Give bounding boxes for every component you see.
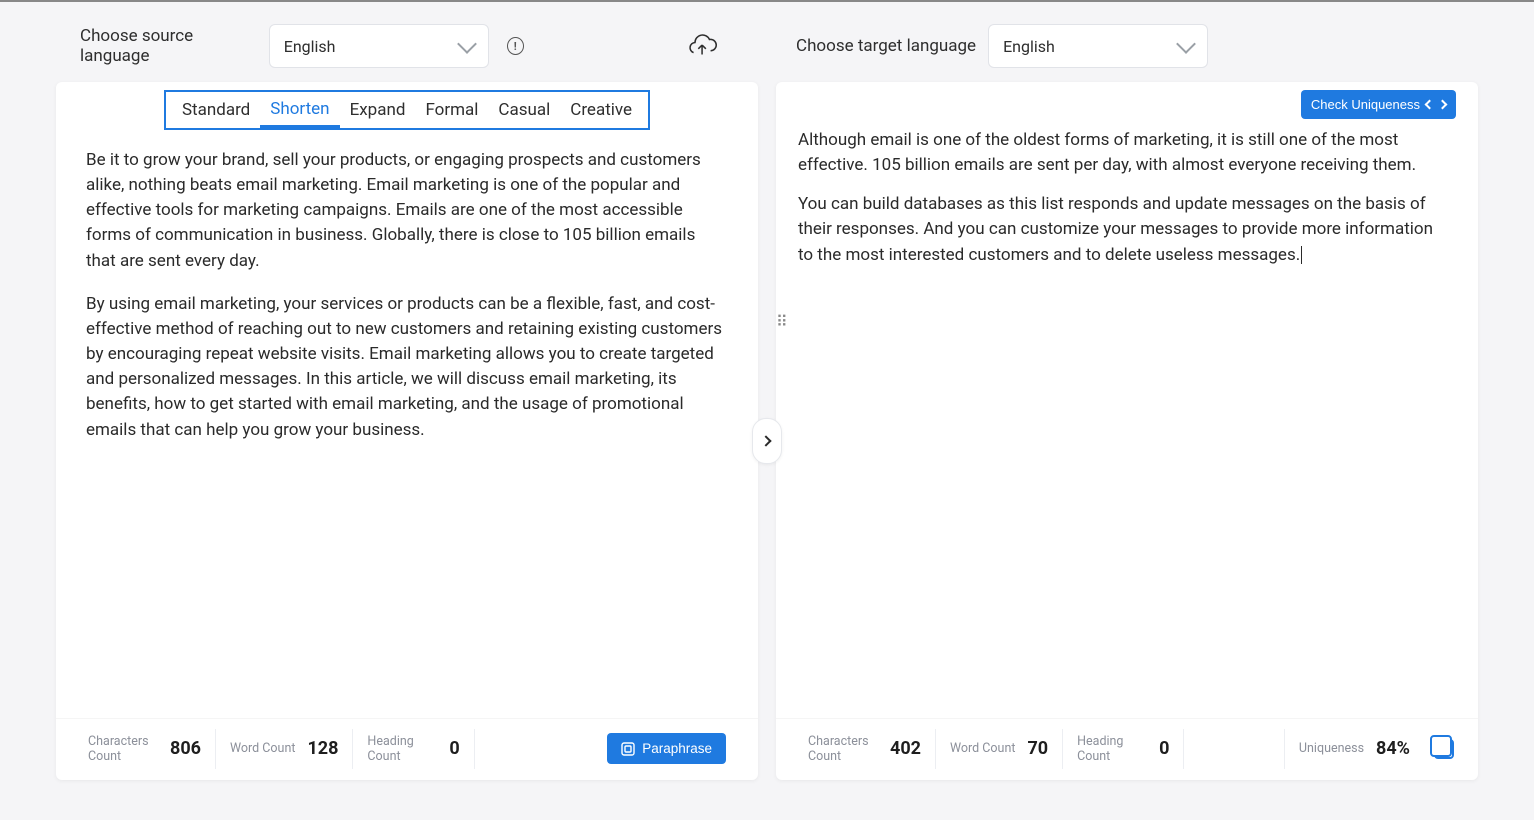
heading-count-label: Heading Count [367, 734, 437, 764]
source-panel: Standard Shorten Expand Formal Casual Cr… [56, 82, 758, 780]
uniqueness-label: Uniqueness [1299, 741, 1364, 756]
result-paragraph: Although email is one of the oldest form… [798, 128, 1448, 178]
heading-count-label: Heading Count [1077, 734, 1147, 764]
characters-count-value: 806 [170, 738, 201, 759]
word-count-value: 70 [1027, 738, 1048, 759]
metric-uniqueness: Uniqueness 84% [1284, 729, 1424, 769]
cloud-upload-icon[interactable] [686, 33, 718, 59]
result-footer: Characters Count 402 Word Count 70 Headi… [776, 718, 1478, 780]
tab-creative[interactable]: Creative [560, 94, 642, 126]
target-language-label: Choose target language [796, 36, 976, 56]
word-count-value: 128 [307, 738, 338, 759]
info-icon[interactable]: ! [507, 37, 524, 55]
source-footer: Characters Count 806 Word Count 128 Head… [56, 718, 758, 780]
characters-count-label: Characters Count [808, 734, 878, 764]
target-language-value: English [1003, 37, 1055, 56]
characters-count-value: 402 [890, 738, 921, 759]
source-paragraph: By using email marketing, your services … [86, 292, 728, 443]
paraphrase-button-label: Paraphrase [642, 741, 712, 756]
word-count-label: Word Count [950, 741, 1015, 756]
language-bar: Choose source language English ! Choose … [0, 2, 1534, 82]
chevron-right-icon [760, 435, 771, 446]
result-panel: Check Uniqueness Although email is one o… [776, 82, 1478, 780]
target-language-select[interactable]: English [988, 24, 1208, 68]
paraphrase-button[interactable]: Paraphrase [607, 733, 726, 764]
tab-expand[interactable]: Expand [340, 94, 416, 126]
copy-icon[interactable] [1434, 739, 1454, 759]
source-language-group: Choose source language English ! [80, 24, 758, 68]
chevron-down-icon [457, 34, 477, 54]
metric-characters: Characters Count 402 [794, 729, 936, 769]
target-language-group: Choose target language English [770, 24, 1474, 68]
source-language-value: English [284, 37, 336, 56]
metric-words: Word Count 70 [936, 729, 1063, 769]
word-count-label: Word Count [230, 741, 295, 756]
source-paragraph: Be it to grow your brand, sell your prod… [86, 148, 728, 274]
chevron-down-icon [1176, 34, 1196, 54]
tab-shorten[interactable]: Shorten [260, 93, 339, 128]
uniqueness-value: 84% [1376, 738, 1410, 759]
tab-casual[interactable]: Casual [488, 94, 560, 126]
source-text-area[interactable]: Be it to grow your brand, sell your prod… [56, 130, 758, 718]
text-caret [1301, 246, 1302, 264]
drag-handle-icon[interactable]: ⠿ [776, 310, 788, 334]
mode-tabs: Standard Shorten Expand Formal Casual Cr… [164, 90, 650, 130]
result-text-area[interactable]: Although email is one of the oldest form… [776, 82, 1478, 718]
metric-headings: Heading Count 0 [1063, 729, 1184, 769]
characters-count-label: Characters Count [88, 734, 158, 764]
source-language-select[interactable]: English [269, 24, 489, 68]
metric-characters: Characters Count 806 [74, 729, 216, 769]
heading-count-value: 0 [449, 738, 459, 759]
source-language-label: Choose source language [80, 26, 257, 66]
tab-standard[interactable]: Standard [172, 94, 260, 126]
panel-collapse-toggle[interactable] [752, 418, 782, 464]
paraphrase-icon [621, 742, 635, 756]
result-paragraph: You can build databases as this list res… [798, 194, 1433, 264]
heading-count-value: 0 [1159, 738, 1169, 759]
metric-headings: Heading Count 0 [353, 729, 474, 769]
tab-formal[interactable]: Formal [415, 94, 488, 126]
metric-words: Word Count 128 [216, 729, 353, 769]
